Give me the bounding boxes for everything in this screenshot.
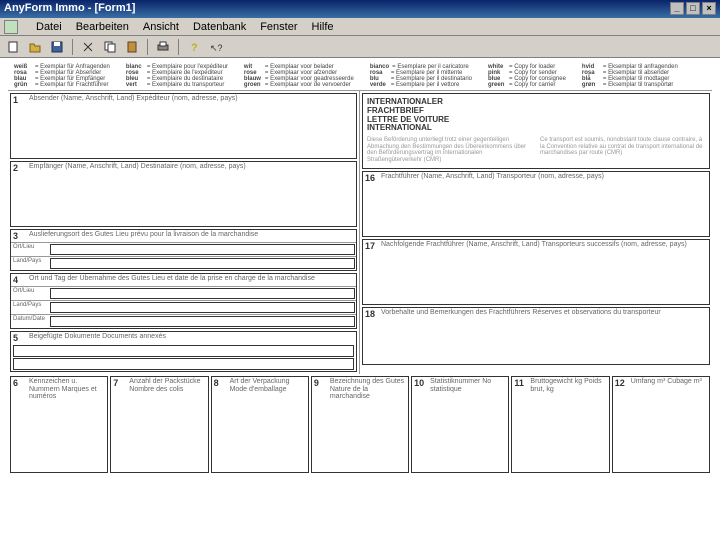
- box-5: 5 Beigefügte Dokumente Documents annexés: [10, 331, 357, 372]
- maximize-button[interactable]: □: [686, 2, 700, 15]
- bottom-boxes: 6Kennzeichen u. Nummern Marques et numér…: [10, 376, 710, 473]
- legend-entry: verde= Esemplare per il vettore: [370, 82, 472, 88]
- minimize-button[interactable]: _: [670, 2, 684, 15]
- window-titlebar: AnyForm Immo - [Form1] _ □ ×: [0, 0, 720, 18]
- box-1[interactable]: 1 Absender (Name, Anschrift, Land) Expédi…: [10, 93, 357, 159]
- box-number: 4: [13, 275, 25, 285]
- menubar: Datei Bearbeiten Ansicht Datenbank Fenst…: [0, 18, 720, 36]
- row-label: Ort/Lieu: [11, 243, 49, 256]
- note-right: Ce transport est soumis, nonobstant tout…: [540, 137, 705, 163]
- color-legend: weiß= Exemplar für Anfragendenrosa= Exem…: [8, 62, 712, 91]
- box-3: 3 Auslieferungsort des Gutes Lieu prévu p…: [10, 229, 357, 271]
- box-label: Nachfolgende Frachtführer (Name, Anschri…: [381, 241, 687, 251]
- new-button[interactable]: [4, 38, 22, 56]
- window-title: AnyForm Immo - [Form1]: [4, 2, 135, 16]
- note-left: Diese Beförderung unterliegt trotz einer…: [367, 137, 532, 163]
- svg-text:?: ?: [191, 42, 198, 54]
- input-docs-1[interactable]: [13, 345, 354, 357]
- separator: [147, 39, 148, 55]
- box-4: 4 Ort und Tag der Übernahme des Gutes Lie…: [10, 273, 357, 329]
- box-number: 16: [365, 173, 377, 183]
- input-ort-3[interactable]: [50, 244, 355, 255]
- title-line: INTERNATIONAL: [367, 124, 705, 133]
- box-11[interactable]: 11Bruttogewicht kg Poids brut, kg: [511, 376, 609, 473]
- cmr-form: 1 Absender (Name, Anschrift, Land) Expédi…: [8, 91, 712, 374]
- input-docs-2[interactable]: [13, 358, 354, 370]
- close-button[interactable]: ×: [702, 2, 716, 15]
- input-land-3[interactable]: [50, 258, 355, 269]
- svg-text:↖?: ↖?: [210, 43, 223, 53]
- copy-button[interactable]: [101, 38, 119, 56]
- box-label: Absender (Name, Anschrift, Land) Expédit…: [29, 95, 238, 105]
- scissors-icon: [81, 40, 95, 54]
- box-2[interactable]: 2 Empfänger (Name, Anschrift, Land) Desti…: [10, 161, 357, 227]
- legend-entry: grün= Exemplar für Frachtführer: [14, 82, 110, 88]
- document-title-block: INTERNATIONALER FRACHTBRIEF LETTRE DE VO…: [362, 93, 710, 169]
- row-label: Land/Pays: [11, 257, 49, 270]
- copy-icon: [103, 40, 117, 54]
- floppy-icon: [50, 40, 64, 54]
- box-9[interactable]: 9Bezeichnung des Gutes Nature de la marc…: [311, 376, 409, 473]
- box-8[interactable]: 8Art der Verpackung Mode d'emballage: [211, 376, 309, 473]
- right-column: INTERNATIONALER FRACHTBRIEF LETTRE DE VO…: [360, 91, 712, 374]
- arrow-help-icon: ↖?: [209, 40, 223, 54]
- box-number: 2: [13, 163, 25, 173]
- box-number: 18: [365, 309, 377, 319]
- folder-open-icon: [28, 40, 42, 54]
- menu-ansicht[interactable]: Ansicht: [143, 21, 179, 33]
- box-10[interactable]: 10Statistiknummer No statistique: [411, 376, 509, 473]
- printer-icon: [156, 40, 170, 54]
- box-17[interactable]: 17 Nachfolgende Frachtführer (Name, Ansch…: [362, 239, 710, 305]
- separator: [72, 39, 73, 55]
- box-label: Empfänger (Name, Anschrift, Land) Destin…: [29, 163, 246, 173]
- input-ort-4[interactable]: [50, 288, 355, 299]
- menu-bearbeiten[interactable]: Bearbeiten: [76, 21, 129, 33]
- save-button[interactable]: [48, 38, 66, 56]
- box-number: 5: [13, 333, 25, 343]
- box-7[interactable]: 7Anzahl der Packstücke Nombre des colis: [110, 376, 208, 473]
- legend-entry: vert= Exemplaire du transporteur: [126, 82, 228, 88]
- cut-button[interactable]: [79, 38, 97, 56]
- file-icon: [6, 40, 20, 54]
- box-label: Auslieferungsort des Gutes Lieu prévu po…: [29, 231, 258, 241]
- box-18[interactable]: 18 Vorbehalte und Bemerkungen des Frachtf…: [362, 307, 710, 365]
- window-controls: _ □ ×: [670, 2, 716, 16]
- menu-fenster[interactable]: Fenster: [260, 21, 297, 33]
- box-label: Frachtführer (Name, Anschrift, Land) Tra…: [381, 173, 604, 183]
- help-button[interactable]: ?: [185, 38, 203, 56]
- box-16[interactable]: 16 Frachtführer (Name, Anschrift, Land) T…: [362, 171, 710, 237]
- toolbar: ? ↖?: [0, 36, 720, 58]
- help-icon: ?: [187, 40, 201, 54]
- legend-entry: grøn= Eksemplar til transportør: [582, 82, 678, 88]
- left-column: 1 Absender (Name, Anschrift, Land) Expédi…: [8, 91, 360, 374]
- paste-button[interactable]: [123, 38, 141, 56]
- app-icon: [4, 20, 18, 34]
- paste-icon: [125, 40, 139, 54]
- box-number: 1: [13, 95, 25, 105]
- input-datum-4[interactable]: [50, 316, 355, 327]
- box-12[interactable]: 12Umfang m³ Cubage m³: [612, 376, 710, 473]
- box-label: Ort und Tag der Übernahme des Gutes Lieu…: [29, 275, 315, 285]
- row-label: Ort/Lieu: [11, 287, 49, 300]
- menu-datei[interactable]: Datei: [36, 21, 62, 33]
- box-label: Beigefügte Dokumente Documents annexés: [29, 333, 166, 343]
- box-6[interactable]: 6Kennzeichen u. Nummern Marques et numér…: [10, 376, 108, 473]
- input-land-4[interactable]: [50, 302, 355, 313]
- legend-entry: groen= Exemplaar voor de vervoerder: [244, 82, 354, 88]
- separator: [178, 39, 179, 55]
- print-button[interactable]: [154, 38, 172, 56]
- box-label: Vorbehalte und Bemerkungen des Frachtfüh…: [381, 309, 661, 319]
- context-help-button[interactable]: ↖?: [207, 38, 225, 56]
- document-area: weiß= Exemplar für Anfragendenrosa= Exem…: [0, 58, 720, 538]
- menu-hilfe[interactable]: Hilfe: [312, 21, 334, 33]
- row-label: Datum/Date: [11, 315, 49, 328]
- legend-entry: green= Copy for carrier: [488, 82, 566, 88]
- open-button[interactable]: [26, 38, 44, 56]
- box-number: 17: [365, 241, 377, 251]
- row-label: Land/Pays: [11, 301, 49, 314]
- box-number: 3: [13, 231, 25, 241]
- menu-datenbank[interactable]: Datenbank: [193, 21, 246, 33]
